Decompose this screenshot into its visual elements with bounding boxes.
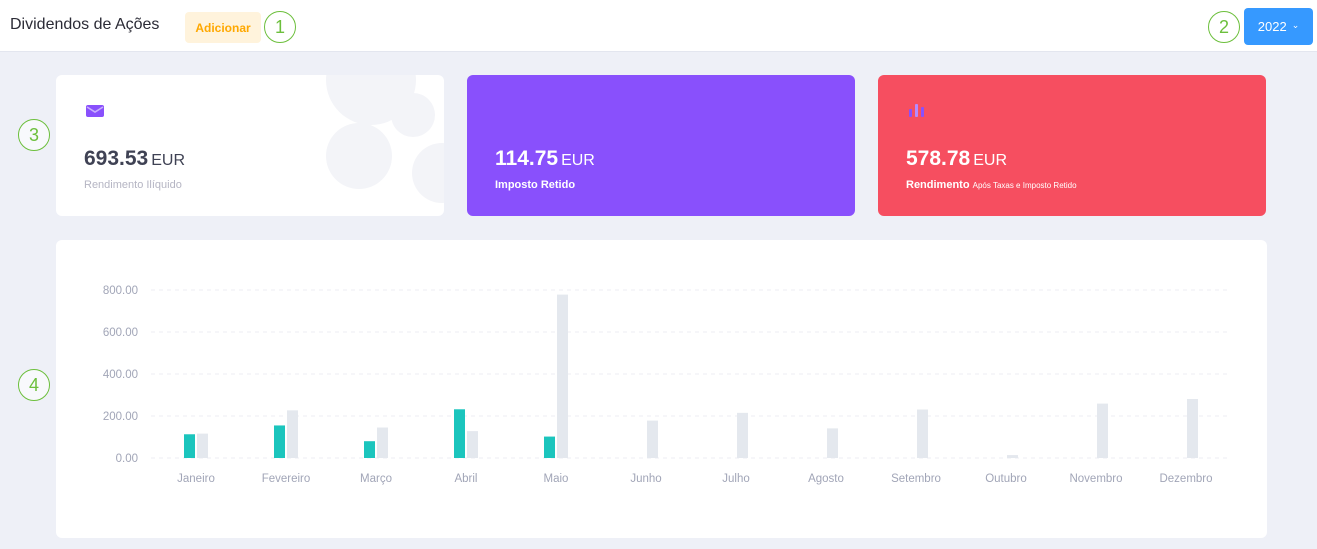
bar-series-2	[917, 409, 928, 458]
decor-circle	[326, 123, 392, 189]
x-tick-label: Fevereiro	[262, 473, 311, 485]
withheld-tax-caption: Imposto Retido	[495, 179, 576, 191]
dividends-chart-card: 0.00 200.00 400.00 600.00 800.00 Janeiro Fever…	[56, 240, 1267, 538]
x-tick-label: Janeiro	[177, 473, 215, 485]
bar-series-1	[364, 441, 375, 458]
bar-series-2	[647, 420, 658, 458]
x-tick-label: Junho	[630, 473, 661, 485]
x-tick-label: Setembro	[891, 473, 941, 485]
envelope-icon	[84, 101, 106, 124]
bar-series-2	[287, 410, 298, 458]
bar-series-2	[197, 433, 208, 458]
add-button[interactable]: Adicionar	[185, 12, 261, 43]
bar-chart-icon	[906, 101, 928, 124]
x-tick-label: Julho	[722, 473, 750, 485]
x-tick-label: Maio	[544, 473, 569, 485]
y-tick-label: 0.00	[116, 453, 138, 465]
callout-4: 4	[18, 369, 50, 401]
bar-series-1	[184, 434, 195, 458]
net-income-card: 693.53 EUR Rendimento Ilíquido	[56, 75, 444, 216]
bar-series-1	[544, 436, 555, 458]
bar-series-2	[1097, 403, 1108, 458]
bar-series-2	[827, 428, 838, 458]
dividends-bar-chart: 0.00 200.00 400.00 600.00 800.00 Janeiro Fever…	[103, 285, 1231, 485]
y-tick-label: 600.00	[103, 327, 138, 339]
y-tick-label: 400.00	[103, 369, 138, 381]
bar-series-2	[557, 294, 568, 458]
decor-circle	[391, 93, 435, 137]
x-tick-label: Dezembro	[1159, 473, 1212, 485]
after-tax-amount: 578.78 EUR	[906, 147, 1008, 170]
bar-series-1	[454, 409, 465, 458]
top-bar: Dividendos de Ações Adicionar 1 2 2022 ⌄	[0, 0, 1317, 52]
y-tick-label: 800.00	[103, 285, 138, 297]
callout-1: 1	[264, 11, 296, 43]
callout-3: 3	[18, 119, 50, 151]
y-tick-label: 200.00	[103, 411, 138, 423]
bar-series-2	[1007, 455, 1018, 458]
year-select-button[interactable]: 2022 ⌄	[1244, 8, 1313, 45]
after-tax-income-card: 578.78 EUR Rendimento Após Taxas e Impost…	[878, 75, 1266, 216]
bar-series-2	[467, 431, 478, 458]
x-tick-label: Novembro	[1069, 473, 1122, 485]
withheld-tax-amount: 114.75 EUR	[495, 147, 595, 170]
x-tick-label: Outubro	[985, 473, 1027, 485]
chevron-down-icon: ⌄	[1291, 20, 1300, 30]
net-income-amount: 693.53 EUR	[84, 147, 186, 170]
net-income-caption: Rendimento Ilíquido	[84, 179, 182, 191]
x-tick-label: Março	[360, 473, 392, 485]
decor-circle	[412, 143, 444, 203]
after-tax-caption: Rendimento Após Taxas e Imposto Retido	[906, 179, 1077, 191]
bar-series-2	[377, 427, 388, 458]
x-tick-label: Abril	[454, 473, 477, 485]
withheld-tax-card: 114.75 EUR Imposto Retido	[467, 75, 855, 216]
callout-2: 2	[1208, 11, 1240, 43]
year-label: 2022	[1257, 19, 1287, 34]
bar-series-1	[274, 425, 285, 458]
x-tick-label: Agosto	[808, 473, 844, 485]
page-title: Dividendos de Ações	[10, 16, 160, 33]
bar-series-2	[737, 412, 748, 458]
bar-series-2	[1187, 398, 1198, 458]
